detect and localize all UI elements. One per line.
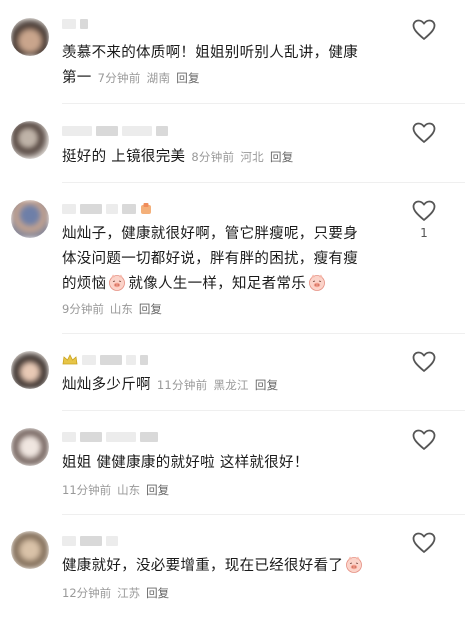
comment-text: 灿灿子，健康就很好啊，管它胖瘦呢，只要身 体没问题一切都好说，胖有胖的困扰，瘦有… bbox=[62, 222, 392, 297]
comment-text: 健康就好，没必要增重，现在已经很好看了 bbox=[62, 554, 392, 579]
comment-location: 黑龙江 bbox=[213, 378, 249, 392]
comment-line: 灿灿多少斤啊 bbox=[62, 377, 151, 393]
badge-icon bbox=[141, 202, 151, 214]
username[interactable] bbox=[62, 17, 88, 30]
pig-face-emoji-icon bbox=[109, 274, 126, 291]
comment-text: 挺好的 上镜很完美 8分钟前 河北 回复 bbox=[62, 145, 392, 170]
divider bbox=[62, 333, 465, 334]
avatar[interactable] bbox=[11, 351, 49, 389]
comment-line: 就像人生一样，知足者常乐 bbox=[128, 276, 307, 292]
comment-time: 8分钟前 bbox=[191, 150, 235, 164]
comment-meta: 11分钟前 山东 回复 bbox=[62, 482, 169, 498]
reply-button[interactable]: 回复 bbox=[270, 150, 294, 164]
heart-outline-icon[interactable] bbox=[410, 529, 438, 557]
comment-text: 灿灿多少斤啊 11分钟前 黑龙江 回复 bbox=[62, 373, 392, 398]
username[interactable] bbox=[62, 353, 148, 366]
comment-time: 12分钟前 bbox=[62, 586, 112, 600]
comment-line: 挺好的 上镜很完美 bbox=[62, 149, 186, 165]
comment-time: 11分钟前 bbox=[62, 483, 112, 497]
comment-line: 的烦恼 bbox=[62, 276, 107, 292]
username[interactable] bbox=[62, 430, 158, 443]
comment-time: 11分钟前 bbox=[156, 378, 208, 392]
comment-line: 羡慕不来的体质啊！姐姐别听别人乱讲，健康 bbox=[62, 45, 358, 61]
comment-meta: 9分钟前 山东 回复 bbox=[62, 301, 162, 317]
avatar[interactable] bbox=[11, 428, 49, 466]
comment-line: 体没问题一切都好说，胖有胖的困扰，瘦有瘦 bbox=[62, 251, 358, 267]
comment-meta: 12分钟前 江苏 回复 bbox=[62, 585, 169, 601]
avatar[interactable] bbox=[11, 200, 49, 238]
heart-outline-icon[interactable] bbox=[410, 119, 438, 147]
avatar[interactable] bbox=[11, 121, 49, 159]
comment-line: 灿灿子，健康就很好啊，管它胖瘦呢，只要身 bbox=[62, 226, 358, 242]
username[interactable] bbox=[62, 534, 118, 547]
username[interactable] bbox=[62, 202, 152, 215]
comment-line: 健康就好，没必要增重，现在已经很好看了 bbox=[62, 558, 344, 574]
username[interactable] bbox=[62, 124, 168, 137]
pig-face-emoji-icon bbox=[309, 274, 325, 291]
pig-face-emoji-icon bbox=[346, 556, 363, 573]
reply-button[interactable]: 回复 bbox=[146, 586, 169, 600]
like-count: 1 bbox=[420, 226, 428, 240]
comment-text: 姐姐 健健康康的就好啦 这样就很好！ bbox=[62, 451, 392, 476]
reply-button[interactable]: 回复 bbox=[139, 302, 162, 316]
avatar[interactable] bbox=[11, 531, 49, 569]
comment-location: 山东 bbox=[109, 302, 133, 316]
reply-button[interactable]: 回复 bbox=[176, 71, 200, 85]
comment-location: 江苏 bbox=[117, 586, 141, 600]
heart-outline-icon[interactable] bbox=[410, 197, 438, 225]
crown-badge-icon bbox=[62, 354, 78, 365]
heart-outline-icon[interactable] bbox=[410, 348, 438, 376]
divider bbox=[62, 410, 465, 411]
comment-location: 山东 bbox=[117, 483, 141, 497]
comment-time: 7分钟前 bbox=[97, 71, 141, 85]
reply-button[interactable]: 回复 bbox=[255, 378, 279, 392]
comment-time: 9分钟前 bbox=[62, 302, 104, 316]
comment-line: 第一 bbox=[62, 70, 92, 86]
comment-location: 河北 bbox=[240, 150, 264, 164]
reply-button[interactable]: 回复 bbox=[146, 483, 169, 497]
comment-line: 姐姐 健健康康的就好啦 这样就很好！ bbox=[62, 455, 309, 471]
avatar[interactable] bbox=[11, 18, 49, 56]
comment-location: 湖南 bbox=[146, 71, 171, 85]
divider bbox=[62, 182, 465, 183]
divider bbox=[62, 514, 465, 515]
heart-outline-icon[interactable] bbox=[410, 16, 438, 44]
comment-text: 羡慕不来的体质啊！姐姐别听别人乱讲，健康 第一 7分钟前 湖南 回复 bbox=[62, 41, 392, 91]
heart-outline-icon[interactable] bbox=[410, 426, 438, 454]
divider bbox=[62, 103, 465, 104]
